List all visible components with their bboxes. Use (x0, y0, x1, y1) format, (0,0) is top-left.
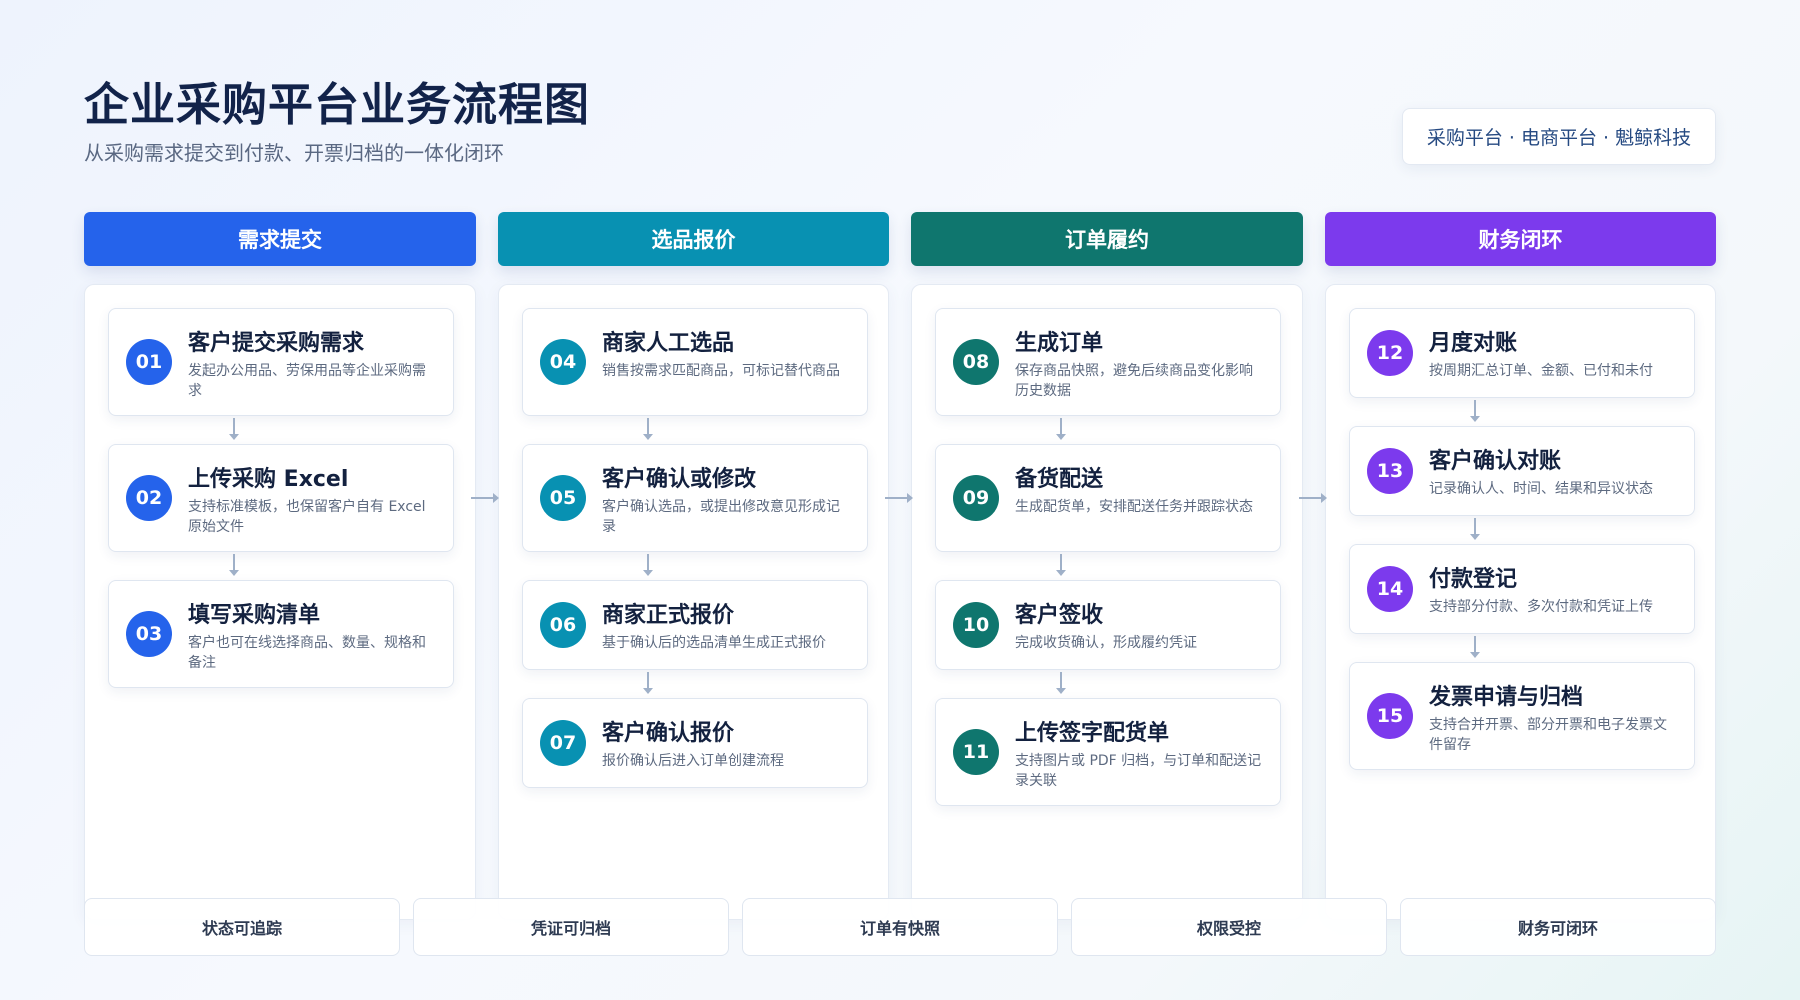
step-card-05: 05 客户确认或修改 客户确认选品，或提出修改意见形成记录 (522, 444, 868, 552)
step-title: 客户确认对账 (1429, 449, 1562, 474)
down-arrow-connector (229, 418, 239, 440)
page-title: 企业采购平台业务流程图 (84, 78, 591, 131)
step-description: 支持标准模板，也保留客户自有 Excel 原始文件 (188, 499, 426, 535)
step-number-badge: 05 (540, 475, 586, 521)
step-card-11: 11 上传签字配货单 支持图片或 PDF 归档，与订单和配送记录关联 (935, 698, 1281, 806)
feature-tag-finance-loop: 财务可闭环 (1400, 898, 1716, 956)
step-title: 上传签字配货单 (1015, 721, 1170, 746)
down-arrow-connector (1056, 418, 1066, 440)
down-arrow-connector (643, 418, 653, 440)
down-arrow-connector (229, 554, 239, 576)
lane-header-fulfillment: 订单履约 (911, 212, 1303, 266)
step-card-12: 12 月度对账 按周期汇总订单、金额、已付和未付 (1349, 308, 1695, 398)
step-number-badge: 11 (953, 729, 999, 775)
feature-tag-snapshot: 订单有快照 (742, 898, 1058, 956)
step-title: 客户提交采购需求 (188, 331, 365, 356)
step-description: 生成配货单，安排配送任务并跟踪状态 (1015, 499, 1253, 515)
step-card-15: 15 发票申请与归档 支持合并开票、部分开票和电子发票文件留存 (1349, 662, 1695, 770)
step-number-badge: 04 (540, 339, 586, 385)
step-title: 付款登记 (1429, 567, 1518, 592)
step-number-badge: 15 (1367, 693, 1413, 739)
feature-tag-traceable: 状态可追踪 (84, 898, 400, 956)
step-card-14: 14 付款登记 支持部分付款、多次付款和凭证上传 (1349, 544, 1695, 634)
step-title: 备货配送 (1015, 467, 1104, 492)
step-card-03: 03 填写采购清单 客户也可在线选择商品、数量、规格和备注 (108, 580, 454, 688)
step-number-badge: 10 (953, 602, 999, 648)
feature-tag-archivable: 凭证可归档 (413, 898, 729, 956)
step-number-badge: 03 (126, 611, 172, 657)
step-description: 保存商品快照，避免后续商品变化影响历史数据 (1015, 363, 1253, 399)
step-number-badge: 06 (540, 602, 586, 648)
step-title: 商家人工选品 (602, 331, 735, 356)
step-title: 客户签收 (1015, 603, 1104, 628)
step-description: 记录确认人、时间、结果和异议状态 (1429, 481, 1653, 497)
step-title: 填写采购清单 (188, 603, 321, 628)
step-number-badge: 08 (953, 339, 999, 385)
lane-panel-demand: 01 客户提交采购需求 发起办公用品、劳保用品等企业采购需求 02 上传采购 E… (84, 284, 476, 920)
feature-tag-access-control: 权限受控 (1071, 898, 1387, 956)
lane-header-quotation: 选品报价 (498, 212, 889, 266)
down-arrow-connector (1056, 672, 1066, 694)
page-subtitle: 从采购需求提交到付款、开票归档的一体化闭环 (84, 141, 504, 165)
down-arrow-connector (1470, 518, 1480, 540)
step-title: 生成订单 (1015, 331, 1104, 356)
lane-header-demand: 需求提交 (84, 212, 476, 266)
step-card-07: 07 客户确认报价 报价确认后进入订单创建流程 (522, 698, 868, 788)
down-arrow-connector (643, 554, 653, 576)
step-card-02: 02 上传采购 Excel 支持标准模板，也保留客户自有 Excel 原始文件 (108, 444, 454, 552)
step-description: 完成收货确认，形成履约凭证 (1015, 635, 1197, 651)
step-description: 基于确认后的选品清单生成正式报价 (602, 635, 826, 651)
step-description: 销售按需求匹配商品，可标记替代商品 (602, 363, 840, 379)
step-description: 支持部分付款、多次付款和凭证上传 (1429, 599, 1653, 615)
down-arrow-connector (643, 672, 653, 694)
down-arrow-connector (1470, 636, 1480, 658)
step-card-10: 10 客户签收 完成收货确认，形成履约凭证 (935, 580, 1281, 670)
step-number-badge: 12 (1367, 330, 1413, 376)
right-arrow-connector (1299, 493, 1327, 503)
down-arrow-connector (1470, 400, 1480, 422)
step-title: 客户确认或修改 (602, 467, 757, 492)
step-description: 客户也可在线选择商品、数量、规格和备注 (188, 635, 426, 671)
step-number-badge: 01 (126, 339, 172, 385)
step-number-badge: 13 (1367, 448, 1413, 494)
lane-panel-fulfillment: 08 生成订单 保存商品快照，避免后续商品变化影响历史数据 09 备货配送 生成… (911, 284, 1303, 920)
step-number-badge: 07 (540, 720, 586, 766)
step-card-08: 08 生成订单 保存商品快照，避免后续商品变化影响历史数据 (935, 308, 1281, 416)
step-number-badge: 14 (1367, 566, 1413, 612)
step-card-01: 01 客户提交采购需求 发起办公用品、劳保用品等企业采购需求 (108, 308, 454, 416)
step-number-badge: 02 (126, 475, 172, 521)
step-card-09: 09 备货配送 生成配货单，安排配送任务并跟踪状态 (935, 444, 1281, 552)
step-description: 按周期汇总订单、金额、已付和未付 (1429, 363, 1653, 379)
step-description: 客户确认选品，或提出修改意见形成记录 (602, 499, 840, 535)
step-title: 发票申请与归档 (1429, 685, 1584, 710)
step-title: 商家正式报价 (602, 603, 735, 628)
step-card-06: 06 商家正式报价 基于确认后的选品清单生成正式报价 (522, 580, 868, 670)
step-card-04: 04 商家人工选品 销售按需求匹配商品，可标记替代商品 (522, 308, 868, 416)
step-description: 支持合并开票、部分开票和电子发票文件留存 (1429, 717, 1667, 753)
step-description: 报价确认后进入订单创建流程 (602, 753, 784, 769)
step-number-badge: 09 (953, 475, 999, 521)
step-title: 上传采购 Excel (188, 467, 349, 492)
step-description: 发起办公用品、劳保用品等企业采购需求 (188, 363, 426, 399)
right-arrow-connector (471, 493, 499, 503)
right-arrow-connector (885, 493, 913, 503)
step-card-13: 13 客户确认对账 记录确认人、时间、结果和异议状态 (1349, 426, 1695, 516)
step-title: 月度对账 (1429, 331, 1518, 356)
down-arrow-connector (1056, 554, 1066, 576)
lane-panel-finance: 12 月度对账 按周期汇总订单、金额、已付和未付 13 客户确认对账 记录确认人… (1325, 284, 1716, 920)
lane-panel-quotation: 04 商家人工选品 销售按需求匹配商品，可标记替代商品 05 客户确认或修改 客… (498, 284, 889, 920)
step-description: 支持图片或 PDF 归档，与订单和配送记录关联 (1015, 753, 1262, 789)
lane-header-finance: 财务闭环 (1325, 212, 1716, 266)
brand-badge: 采购平台 · 电商平台 · 魁鲸科技 (1402, 108, 1716, 165)
step-title: 客户确认报价 (602, 721, 735, 746)
